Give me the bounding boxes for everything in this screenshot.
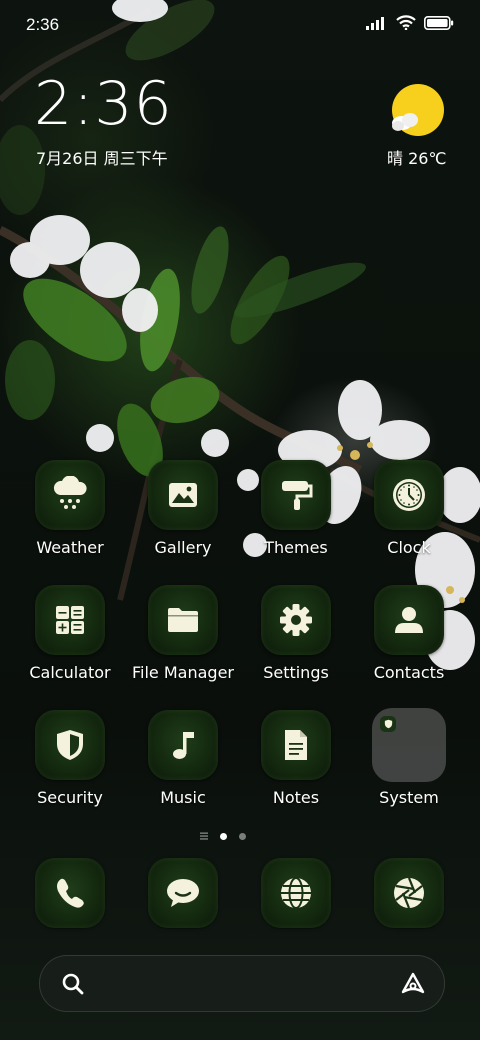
gear-icon	[280, 604, 312, 636]
status-icons	[366, 15, 454, 30]
app-label: Music	[160, 788, 206, 807]
clock-widget-date[interactable]: 7月26日 周三下午	[36, 145, 168, 169]
battery-icon	[424, 15, 454, 30]
app-label: Weather	[36, 538, 104, 557]
phone-icon	[57, 878, 84, 908]
app-calculator[interactable]: Calculator	[14, 585, 126, 695]
music-note-icon	[173, 732, 194, 759]
person-icon	[395, 607, 423, 633]
app-settings[interactable]: Settings	[240, 585, 352, 695]
app-label: Clock	[387, 538, 431, 557]
dock-app-messages[interactable]	[127, 858, 239, 938]
app-notes[interactable]: Notes	[240, 710, 352, 820]
app-folder-system[interactable]: System	[353, 708, 465, 820]
document-icon	[285, 730, 307, 760]
dock-app-camera[interactable]	[353, 858, 465, 938]
app-label: Calculator	[29, 663, 111, 682]
weather-condition: 晴	[387, 149, 404, 168]
app-label: Notes	[272, 788, 320, 807]
search-bar[interactable]	[39, 955, 445, 1012]
status-time: 2:36	[26, 15, 60, 34]
weather-snow-cloud-icon	[53, 476, 87, 509]
page-dot-active[interactable]	[220, 832, 227, 840]
shield-icon	[384, 719, 392, 729]
camera-aperture-icon	[394, 877, 424, 909]
app-label: Gallery	[154, 538, 212, 557]
folder-group-icon	[372, 708, 446, 782]
globe-icon	[281, 877, 311, 909]
search-icon	[62, 973, 84, 995]
app-security[interactable]: Security	[14, 710, 126, 820]
paint-roller-icon	[282, 481, 313, 510]
page-indicator[interactable]	[200, 829, 280, 843]
clock-widget-time[interactable]: 2:36	[34, 74, 173, 134]
signal-icon	[366, 16, 384, 30]
status-bar: 2:36	[0, 0, 480, 50]
dock-app-phone[interactable]	[14, 858, 126, 938]
assistant-icon[interactable]	[400, 971, 426, 997]
app-clock[interactable]: Clock	[353, 460, 465, 570]
dock-app-browser[interactable]	[240, 858, 352, 938]
chat-bubble-icon	[167, 879, 199, 907]
app-weather[interactable]: Weather	[14, 460, 126, 570]
app-label: Settings	[263, 663, 329, 682]
mini-app-icon	[380, 716, 396, 732]
app-label: Contacts	[373, 663, 445, 682]
folder-icon	[168, 608, 198, 632]
gallery-picture-icon	[169, 483, 197, 507]
app-music[interactable]: Music	[127, 710, 239, 820]
app-gallery[interactable]: Gallery	[127, 460, 239, 570]
page-dot[interactable]	[239, 832, 246, 840]
clock-icon	[393, 479, 425, 511]
app-label: Themes	[264, 538, 328, 557]
app-label: File Manager	[132, 663, 234, 682]
app-contacts[interactable]: Contacts	[353, 585, 465, 695]
app-label: Security	[37, 788, 103, 807]
app-file-manager[interactable]: File Manager	[127, 585, 239, 695]
app-label: System	[379, 788, 439, 807]
wifi-icon	[396, 15, 416, 30]
calculator-icon	[56, 606, 84, 634]
weather-temperature: 26℃	[408, 149, 447, 168]
app-themes[interactable]: Themes	[240, 460, 352, 570]
weather-widget-text: 晴 26℃	[387, 145, 446, 169]
sunny-icon	[392, 84, 444, 136]
shield-icon	[57, 730, 83, 760]
menu-lines-icon	[200, 832, 208, 840]
